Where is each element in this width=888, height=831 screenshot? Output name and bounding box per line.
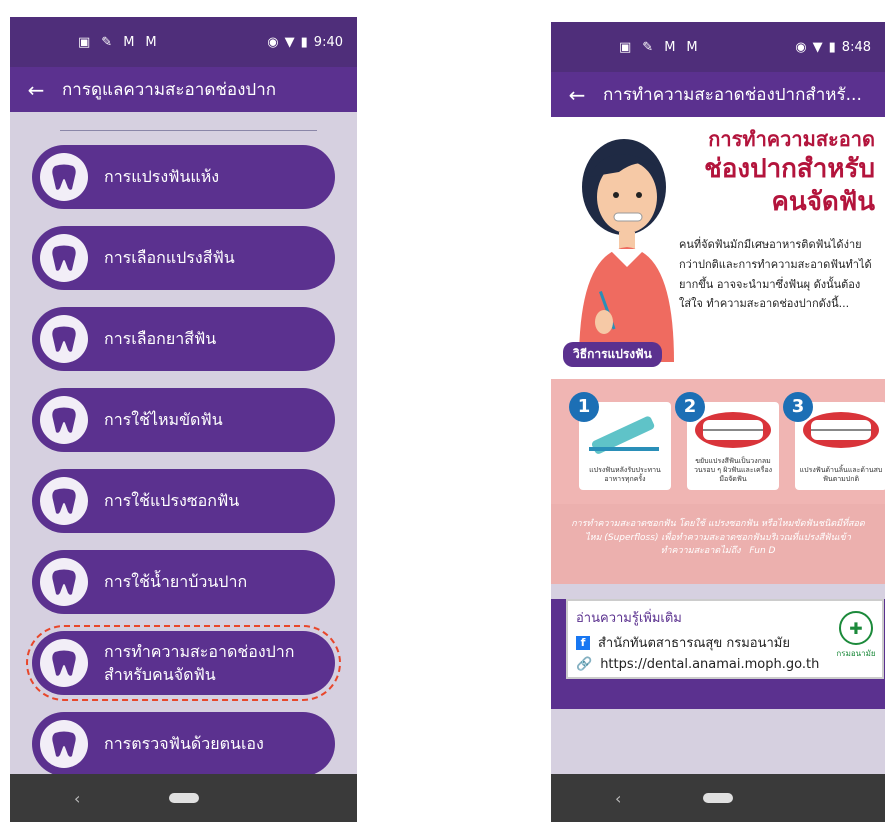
menu-item[interactable]: การเลือกยาสีฟัน	[32, 307, 335, 371]
menu-item-label: การใช้แปรงซอกฟัน	[104, 491, 240, 511]
read-more-box: อ่านความรู้เพิ่มเติม f สำนักทันตสาธารณสุ…	[566, 599, 884, 679]
link-icon: 🔗	[576, 657, 593, 672]
tooth-icon	[40, 153, 88, 201]
wifi-icon: ▼	[812, 39, 823, 55]
tooth-icon	[40, 477, 88, 525]
pen-icon: ✎	[101, 34, 114, 50]
org-name: กรมอนามัย	[836, 649, 876, 658]
mail-icon: M	[145, 34, 158, 50]
step-caption: แปรงฟันหลังรับประทานอาหารทุกครั้ง	[589, 465, 661, 483]
menu-item-label: การเลือกแปรงสีฟัน	[104, 248, 235, 268]
notification-icons: ▣ ✎ M M	[619, 40, 699, 55]
menu-item-label: การเลือกยาสีฟัน	[104, 329, 217, 349]
facebook-row[interactable]: f สำนักทันตสาธารณสุข กรมอนามัย	[576, 632, 874, 653]
status-time: 9:40	[313, 34, 343, 50]
signal-icon: ◉	[795, 39, 807, 55]
seal-icon: ✚	[839, 611, 873, 645]
divider	[60, 130, 317, 131]
mail-icon: M	[664, 39, 677, 55]
nav-home-button[interactable]	[703, 793, 733, 803]
signal-icon: ◉	[267, 34, 279, 50]
department-of-health-emblem: ✚ กรมอนามัย	[836, 611, 876, 667]
facebook-page-name[interactable]: สำนักทันตสาธารณสุข กรมอนามัย	[598, 632, 790, 653]
tooth-icon	[40, 558, 88, 606]
poster-title-line2: ช่องปากสำหรับ	[704, 153, 875, 184]
system-nav-bar: ‹	[10, 774, 357, 822]
mail-icon: M	[123, 34, 136, 50]
tooth-icon	[40, 234, 88, 282]
step-caption: ขยับแปรงสีฟันเป็นวงกลม วนรอบ ๆ ผิวฟันและ…	[693, 456, 773, 483]
footnote-band: การทำความสะอาดซอกฟัน โดยใช้ แปรงซอกฟัน ห…	[551, 504, 885, 584]
tooth-icon	[40, 396, 88, 444]
read-more-section: อ่านความรู้เพิ่มเติม f สำนักทันตสาธารณสุ…	[551, 599, 885, 709]
footnote-text: การทำความสะอาดซอกฟัน โดยใช้ แปรงซอกฟัน ห…	[571, 519, 865, 556]
poster-title: การทำความสะอาด ช่องปากสำหรับ คนจัดฟัน	[704, 127, 875, 219]
battery-icon: ▮	[300, 34, 308, 50]
menu-item[interactable]: การใช้ไหมขัดฟัน	[32, 388, 335, 452]
read-more-title: อ่านความรู้เพิ่มเติม	[576, 611, 682, 626]
menu-item[interactable]: การแปรงฟันแห้ง	[32, 145, 335, 209]
poster-body-text: คนที่จัดฟันมักมีเศษอาหารติดฟันได้ง่ายกว่…	[679, 238, 872, 311]
poster-title-line3: คนจัดฟัน	[771, 186, 875, 217]
nav-home-button[interactable]	[168, 793, 199, 803]
wifi-icon: ▼	[284, 34, 295, 50]
step-number-2: 2	[675, 392, 705, 422]
step-caption: แปรงฟันด้านลิ้นและด้านสบฟันตามปกติ	[799, 465, 883, 483]
page-title: การทำความสะอาดช่องปากสำหรั...	[603, 85, 862, 105]
step-number-1: 1	[569, 392, 599, 422]
tooth-icon	[40, 639, 88, 687]
app-bar: ← การทำความสะอาดช่องปากสำหรั...	[551, 72, 885, 117]
status-time: 8:48	[841, 39, 871, 55]
battery-icon: ▮	[828, 39, 836, 55]
nav-back-icon[interactable]: ‹	[615, 789, 621, 808]
notification-icons: ▣ ✎ M M	[78, 35, 158, 50]
tooth-icon	[40, 315, 88, 363]
sim-icon: ▣	[619, 39, 633, 55]
menu-item-label: การใช้ไหมขัดฟัน	[104, 410, 223, 430]
status-bar: ▣ ✎ M M ◉ ▼ ▮ 9:40	[10, 17, 357, 67]
app-bar: ← การดูแลความสะอาดช่องปาก	[10, 67, 357, 112]
back-arrow-icon[interactable]: ←	[10, 78, 62, 102]
left-phone-screen: ▣ ✎ M M ◉ ▼ ▮ 9:40 ← การดูแลความสะอาดช่อ…	[10, 17, 357, 822]
right-phone-screen: ▣ ✎ M M ◉ ▼ ▮ 8:48 ← การทำความสะอาดช่องป…	[551, 22, 885, 822]
menu-item-label: การใช้น้ำยาบ้วนปาก	[104, 572, 248, 592]
back-arrow-icon[interactable]: ←	[551, 83, 603, 107]
girl-with-braces-illustration	[579, 139, 674, 362]
menu-item[interactable]: การทำความสะอาดช่องปาก สำหรับคนจัดฟัน	[26, 625, 341, 701]
status-bar: ▣ ✎ M M ◉ ▼ ▮ 8:48	[551, 22, 885, 72]
menu-list: การแปรงฟันแห้งการเลือกแปรงสีฟันการเลือกย…	[10, 145, 357, 776]
sim-icon: ▣	[78, 34, 92, 50]
mail-icon: M	[686, 39, 699, 55]
menu-item[interactable]: การตรวจฟันด้วยตนเอง	[32, 712, 335, 776]
infographic-poster: การทำความสะอาด ช่องปากสำหรับ คนจัดฟัน คน…	[551, 117, 885, 584]
pen-icon: ✎	[642, 39, 655, 55]
brushing-method-tag: วิธีการแปรงฟัน	[563, 342, 662, 367]
menu-item-label: การแปรงฟันแห้ง	[104, 167, 220, 187]
spacer	[551, 584, 885, 599]
menu-item[interactable]: การใช้แปรงซอกฟัน	[32, 469, 335, 533]
brand-logo: Fun D	[749, 546, 776, 556]
website-row[interactable]: 🔗 https://dental.anamai.moph.go.th	[576, 657, 874, 672]
system-nav-bar: ‹	[551, 774, 885, 822]
menu-item-label: การตรวจฟันด้วยตนเอง	[104, 734, 264, 754]
poster-title-line1: การทำความสะอาด	[708, 127, 875, 151]
nav-back-icon[interactable]: ‹	[74, 789, 80, 808]
poster-header: การทำความสะอาด ช่องปากสำหรับ คนจัดฟัน คน…	[551, 117, 885, 382]
step-number-3: 3	[783, 392, 813, 422]
facebook-icon: f	[576, 635, 590, 650]
page-title: การดูแลความสะอาดช่องปาก	[62, 80, 277, 100]
website-link[interactable]: https://dental.anamai.moph.go.th	[600, 657, 819, 672]
menu-item[interactable]: การเลือกแปรงสีฟัน	[32, 226, 335, 290]
menu-item[interactable]: การใช้น้ำยาบ้วนปาก	[32, 550, 335, 614]
tooth-icon	[40, 720, 88, 768]
menu-item-label: การทำความสะอาดช่องปาก สำหรับคนจัดฟัน	[104, 641, 295, 684]
